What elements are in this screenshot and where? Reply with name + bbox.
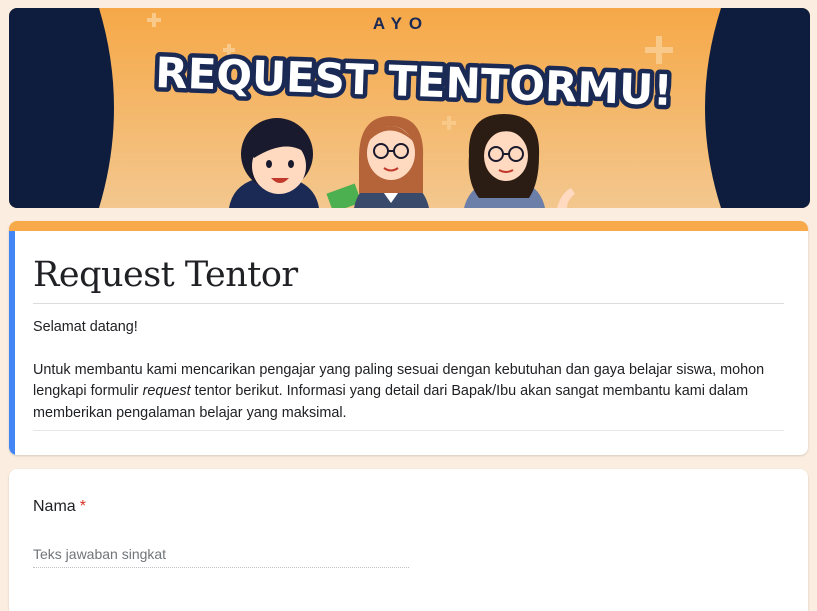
- banner-left-curtain: [9, 8, 114, 208]
- question-label: Nama *: [33, 498, 86, 516]
- form-title: Request Tentor: [33, 255, 298, 295]
- tutor-illustration-middle: [354, 116, 429, 208]
- theme-accent-bar: [9, 221, 808, 231]
- form-description: Selamat datang! Untuk membantu kami menc…: [33, 317, 784, 424]
- required-asterisk: *: [79, 498, 86, 515]
- description-body-italic: request: [142, 383, 191, 399]
- description-divider: [33, 430, 784, 431]
- description-body: Untuk membantu kami mencarikan pengajar …: [33, 360, 784, 425]
- active-card-indicator: [9, 231, 15, 455]
- description-greeting: Selamat datang!: [33, 319, 138, 335]
- question-title: Nama: [33, 498, 76, 515]
- question-card-nama: Nama *: [9, 469, 808, 611]
- title-divider: [33, 303, 784, 304]
- banner-kicker: AYO: [373, 14, 429, 33]
- form-header-card: Request Tentor Selamat datang! Untuk mem…: [9, 221, 808, 455]
- nama-input[interactable]: [33, 541, 409, 568]
- banner-illustration: AYO REQUEST TENTORMU! REQUEST TENTORMU!: [9, 8, 810, 208]
- banner-right-curtain: [705, 8, 810, 208]
- header-banner: AYO REQUEST TENTORMU! REQUEST TENTORMU!: [9, 8, 810, 208]
